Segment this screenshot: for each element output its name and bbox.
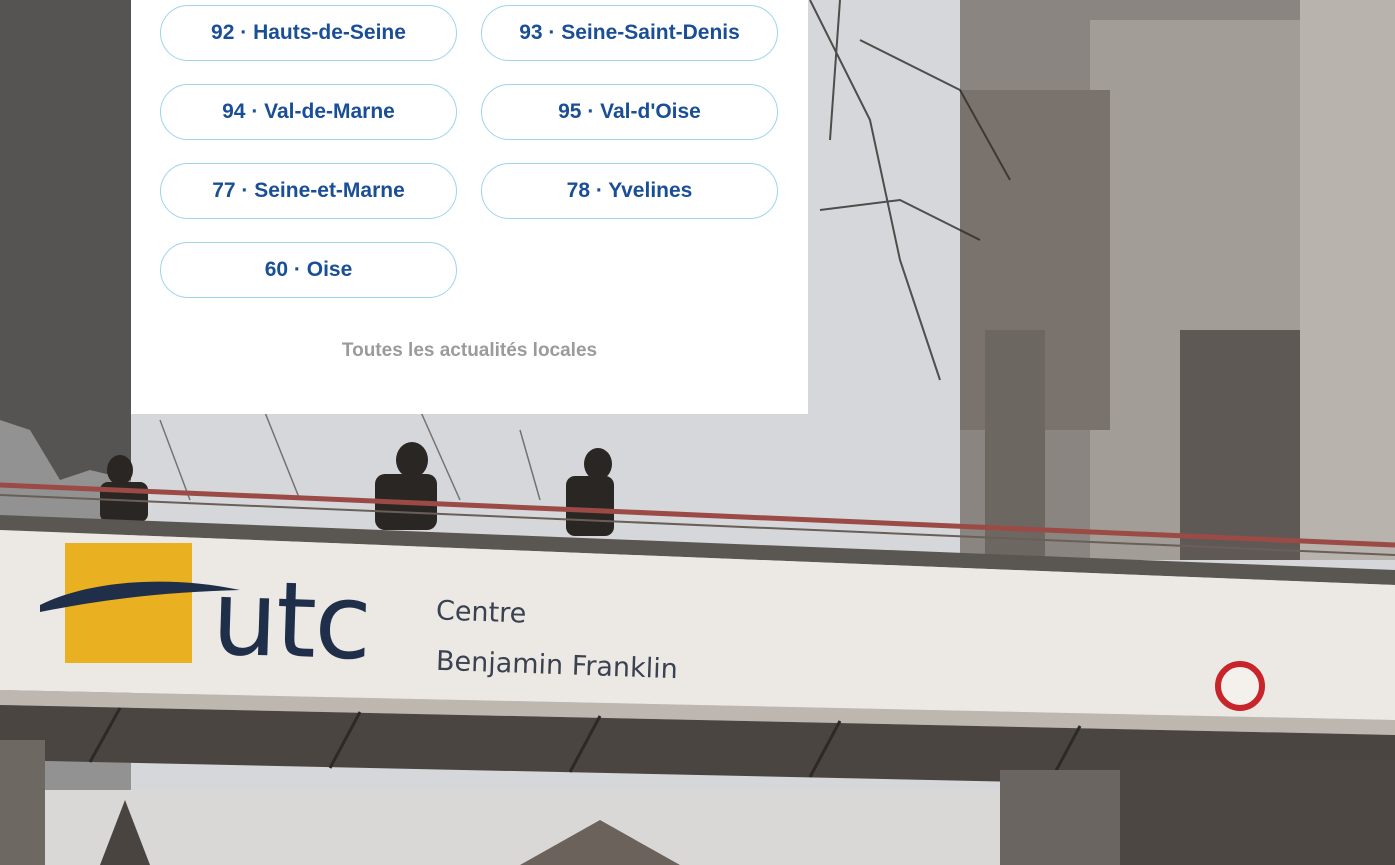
all-local-news-link[interactable]: Toutes les actualités locales (131, 340, 808, 362)
dept-button-93[interactable]: 93 · Seine-Saint-Denis (481, 5, 778, 61)
dept-button-92[interactable]: 92 · Hauts-de-Seine (160, 5, 457, 61)
dept-button-60[interactable]: 60 · Oise (160, 242, 457, 298)
dept-button-78[interactable]: 78 · Yvelines (481, 163, 778, 219)
departments-dropdown: 92 · Hauts-de-Seine 93 · Seine-Saint-Den… (131, 0, 808, 414)
dept-button-94[interactable]: 94 · Val-de-Marne (160, 84, 457, 140)
sign-line-1: Centre (435, 595, 527, 630)
dept-button-95[interactable]: 95 · Val-d'Oise (481, 84, 778, 140)
sign-logo-text: utc (210, 556, 372, 684)
dept-button-77[interactable]: 77 · Seine-et-Marne (160, 163, 457, 219)
